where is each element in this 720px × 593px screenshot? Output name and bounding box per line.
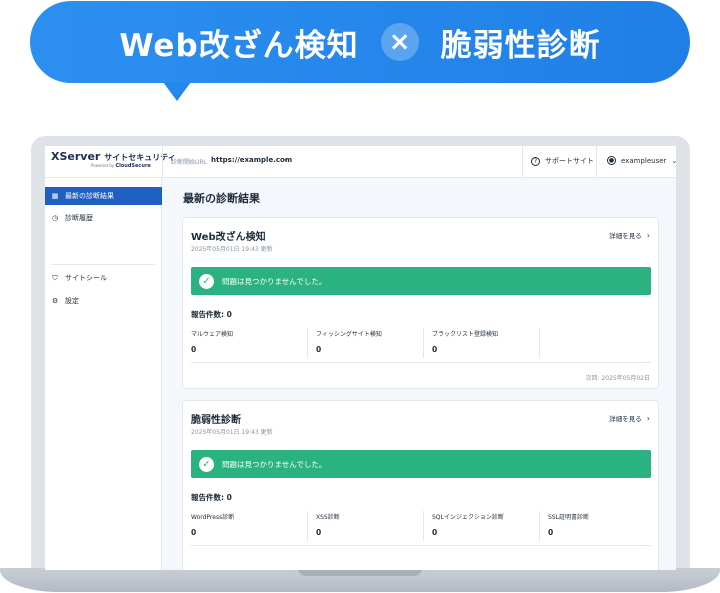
card-title: Web改ざん検知 [191, 232, 266, 243]
header-divider [522, 146, 523, 178]
divider [191, 545, 651, 546]
shield-icon: ⛉ [52, 273, 58, 282]
gear-icon: ⚙ [51, 297, 59, 305]
banner-left-text: Web改ざん検知 [119, 27, 359, 64]
clock-icon: ◷ [51, 214, 59, 222]
banner-right-text: 脆弱性診断 [440, 27, 601, 64]
chevron-right-icon: › [646, 414, 650, 423]
sidebar-item-latest-results[interactable]: ▦ 最新の診断結果 [45, 187, 162, 205]
metric-empty [539, 328, 655, 358]
sidebar: ▦ 最新の診断結果 ◷ 診断履歴 ⛉ サイトシール ⚙ 設定 [45, 178, 162, 570]
view-details-link[interactable]: 詳細を見る › [609, 230, 650, 240]
chevron-right-icon: › [646, 231, 650, 240]
logo-powered-brand: CloudSecure [115, 163, 151, 169]
tamper-detection-card: Web改ざん検知 2025年05月01日 19:43 更新 詳細を見る › ✓ 問… [182, 217, 659, 389]
chevron-down-icon[interactable]: ⌄ [283, 155, 289, 163]
banner-tail [163, 82, 191, 101]
metric-malware: マルウェア検知 0 [191, 331, 234, 354]
check-icon: ✓ [199, 273, 214, 289]
header-divider [162, 146, 163, 178]
report-count: 報告件数: 0 [191, 310, 232, 319]
logo-sub-text: サイトセキュリティ [104, 153, 176, 162]
metric-xss: XSS診断 0 [307, 511, 423, 541]
card-updated-date: 2025年05月01日 19:43 更新 [191, 246, 273, 253]
url-selector[interactable]: https://example.com [211, 156, 292, 164]
url-label: 診断開始URL [171, 159, 207, 166]
check-icon: ✓ [199, 456, 214, 472]
help-icon: ? [531, 156, 540, 166]
logo-main-text: XServer [51, 150, 101, 163]
app-header: XServer サイトセキュリティ Powered by CloudSecure… [45, 146, 676, 178]
support-site-link[interactable]: ? サポートサイト [531, 156, 594, 166]
status-banner: ✓ 問題は見つかりませんでした。 [191, 267, 651, 295]
sidebar-item-site-seal[interactable]: ⛉ サイトシール [45, 269, 162, 287]
logo[interactable]: XServer サイトセキュリティ Powered by CloudSecure [51, 150, 176, 169]
sidebar-divider [51, 264, 155, 265]
status-text: 問題は見つかりませんでした。 [222, 276, 327, 286]
metric-ssl: SSL証明書診断 0 [539, 511, 655, 541]
sidebar-item-settings[interactable]: ⚙ 設定 [45, 292, 162, 310]
metric-wordpress: WordPress診断 0 [191, 514, 235, 537]
grid-icon: ▦ [51, 192, 59, 200]
sidebar-item-history[interactable]: ◷ 診断履歴 [45, 209, 162, 227]
cross-icon: × [380, 23, 419, 61]
hero-banner: Web改ざん検知 × 脆弱性診断 [30, 1, 690, 83]
card-updated-date: 2025年05月01日 19:43 更新 [191, 429, 273, 436]
user-label: exampleuser [621, 156, 667, 165]
header-divider [596, 146, 597, 178]
user-icon: ● [607, 156, 616, 165]
divider [191, 362, 651, 363]
status-text: 問題は見つかりませんでした。 [222, 459, 327, 469]
vulnerability-scan-card: 脆弱性診断 2025年05月01日 19:43 更新 詳細を見る › ✓ 問題は見… [182, 400, 659, 570]
card-title: 脆弱性診断 [191, 415, 241, 426]
page-title: 最新の診断結果 [183, 192, 260, 205]
metric-blacklist: ブラックリスト登録検知 0 [423, 328, 539, 358]
view-details-link[interactable]: 詳細を見る › [609, 413, 650, 423]
support-label: サポートサイト [545, 157, 594, 165]
chevron-down-icon: ⌄ [671, 156, 676, 165]
report-count: 報告件数: 0 [191, 493, 232, 502]
app-screen: XServer サイトセキュリティ Powered by CloudSecure… [45, 146, 676, 570]
metric-phishing: フィッシングサイト検知 0 [307, 328, 423, 358]
status-banner: ✓ 問題は見つかりませんでした。 [191, 450, 651, 478]
user-menu[interactable]: ● exampleuser ⌄ [607, 156, 676, 165]
next-run-date: 次回: 2025年05月02日 [585, 375, 650, 382]
logo-powered-prefix: Powered by [91, 163, 115, 168]
metric-sql-injection: SQLインジェクション診断 0 [423, 511, 539, 541]
